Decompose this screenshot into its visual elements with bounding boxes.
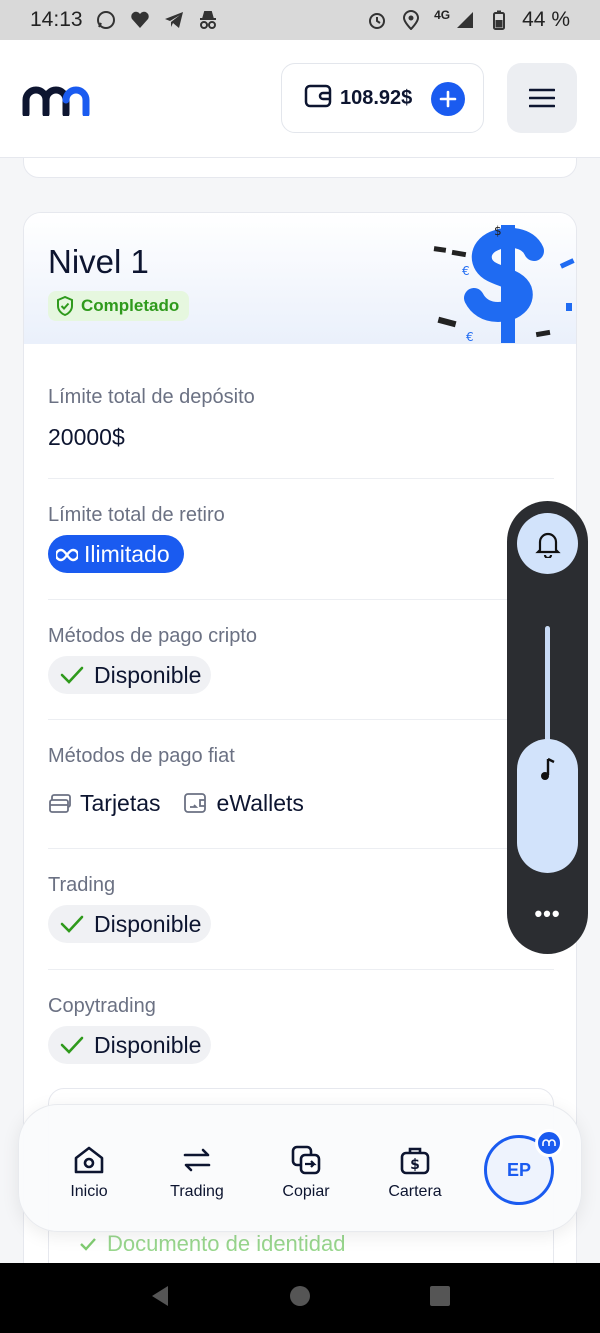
available-label: Disponible [94, 910, 202, 937]
balance-amount: 108.92$ [340, 86, 413, 109]
copytrading-label: Copytrading [48, 995, 156, 1017]
crypto-methods-row: Métodos de pago cripto Disponible [48, 625, 554, 694]
menu-button[interactable] [507, 63, 577, 133]
status-badge: Completado [48, 291, 190, 321]
app-header: 108.92$ [0, 40, 600, 158]
copy-icon [256, 1143, 356, 1177]
available-badge: Disponible [48, 656, 212, 694]
trading-row: Trading Disponible [48, 874, 554, 943]
hamburger-icon [529, 88, 555, 108]
location-icon [400, 9, 422, 31]
alarm-icon [366, 9, 388, 31]
divider [48, 719, 554, 720]
deposit-limit-value: 20000$ [48, 424, 125, 450]
shield-check-icon [57, 296, 73, 316]
battery-icon [488, 9, 510, 31]
system-nav-bar [0, 1263, 600, 1333]
available-label: Disponible [94, 1031, 202, 1058]
recents-icon[interactable] [428, 1284, 452, 1313]
deposit-limit-label: Límite total de depósito [48, 386, 255, 408]
heart-pulse-icon [129, 9, 151, 31]
swap-icon [147, 1143, 247, 1177]
back-icon[interactable] [148, 1284, 172, 1313]
home-icon [39, 1143, 139, 1177]
level-title: Nivel 1 [48, 243, 149, 280]
network-type: 4G [434, 8, 451, 22]
volume-panel[interactable]: ••• [507, 501, 588, 954]
more-options-icon[interactable]: ••• [507, 901, 588, 927]
add-funds-button[interactable] [431, 82, 465, 116]
requirement-item: Documento de identidad [79, 1231, 346, 1257]
brand-mini-icon [535, 1129, 563, 1157]
ewallets-method: eWallets [216, 790, 304, 816]
nav-home-label: Inicio [70, 1183, 108, 1200]
avatar-initials: EP [506, 1159, 531, 1180]
nav-wallet[interactable]: $ Cartera [365, 1143, 465, 1201]
check-icon [60, 1036, 84, 1054]
nav-copy-label: Copiar [282, 1183, 330, 1200]
divider [48, 599, 554, 600]
plus-icon [439, 90, 457, 108]
wallet-icon [304, 84, 332, 113]
available-badge: Disponible [48, 1026, 212, 1064]
unlimited-label: Ilimitado [84, 540, 170, 567]
signal-icon [454, 9, 476, 31]
check-icon [60, 915, 84, 933]
bottom-navigation: Inicio Trading Copiar $ Cartera EP [18, 1104, 582, 1232]
nav-trading[interactable]: Trading [147, 1143, 247, 1201]
fiat-methods-row: Métodos de pago fiat Tarjetas eWallets [48, 745, 554, 817]
withdrawal-limit-row: Límite total de retiro Ilimitado [48, 504, 554, 573]
fiat-methods-list: Tarjetas eWallets [48, 790, 554, 817]
svg-text:$: $ [494, 224, 502, 238]
requirement-label: Documento de identidad [107, 1231, 346, 1256]
home-button-icon[interactable] [288, 1284, 312, 1313]
check-icon [80, 1238, 96, 1251]
divider [48, 969, 554, 970]
available-label: Disponible [94, 661, 202, 688]
telegram-icon [163, 9, 185, 31]
volume-slider[interactable] [517, 739, 578, 873]
status-time: 14:13 [30, 8, 83, 31]
balance-widget[interactable]: 108.92$ [281, 63, 484, 133]
crypto-methods-label: Métodos de pago cripto [48, 625, 258, 647]
wallet-icon: $ [365, 1143, 465, 1177]
previous-card [23, 158, 577, 178]
fiat-methods-label: Métodos de pago fiat [48, 745, 235, 767]
cards-method: Tarjetas [80, 790, 161, 816]
status-badge-label: Completado [81, 296, 180, 315]
dollar-illustration: € $ € [426, 213, 576, 349]
trading-label: Trading [48, 874, 116, 896]
infinity-icon [54, 541, 80, 568]
bell-icon [534, 532, 561, 558]
copytrading-row: Copytrading Disponible [48, 995, 554, 1064]
nav-trading-label: Trading [170, 1183, 224, 1200]
svg-text:$: $ [410, 1157, 420, 1173]
available-badge: Disponible [48, 905, 212, 943]
deposit-limit-row: Límite total de depósito 20000$ [48, 386, 554, 451]
divider [48, 848, 554, 849]
battery-level: 44 % [522, 8, 570, 31]
svg-text:€: € [462, 264, 470, 278]
music-note-icon [540, 757, 555, 780]
unlimited-badge: Ilimitado [48, 535, 184, 573]
withdrawal-limit-label: Límite total de retiro [48, 504, 225, 526]
incognito-icon [197, 9, 219, 31]
ringer-button[interactable] [517, 513, 578, 574]
cards-icon [49, 793, 71, 813]
app-logo[interactable] [22, 84, 94, 121]
svg-text:€: € [466, 330, 474, 344]
check-icon [60, 666, 84, 684]
nav-home[interactable]: Inicio [39, 1143, 139, 1201]
nav-copy[interactable]: Copiar [256, 1143, 356, 1201]
status-bar: 14:13 4G 44 % [0, 0, 600, 40]
divider [48, 478, 554, 479]
whatsapp-icon [95, 9, 117, 31]
nav-wallet-label: Cartera [388, 1183, 442, 1200]
ewallet-icon [183, 792, 206, 813]
level-card-header: Nivel 1 Completado € $ € [24, 213, 576, 344]
